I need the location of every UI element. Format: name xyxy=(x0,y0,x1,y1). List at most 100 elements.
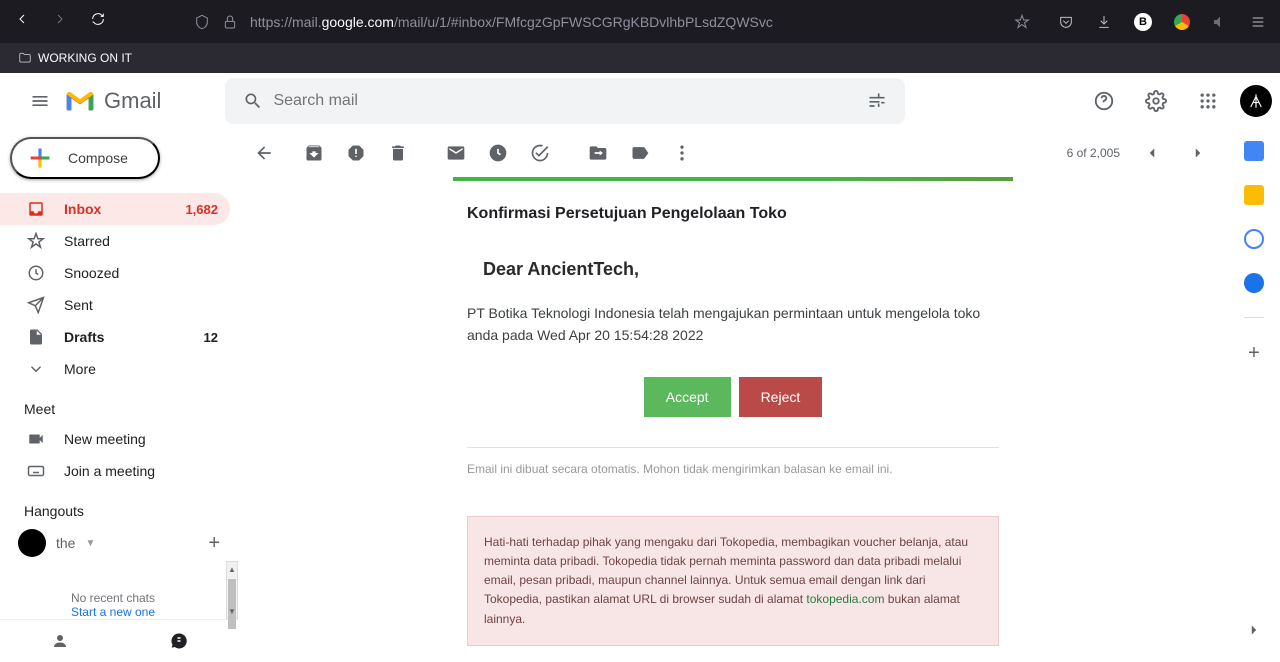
snooze-icon[interactable] xyxy=(488,143,508,163)
bookmark-star-icon[interactable] xyxy=(1014,14,1030,30)
video-icon xyxy=(26,429,46,449)
clock-icon xyxy=(26,263,46,283)
extension-bitcoin-icon[interactable]: B xyxy=(1134,13,1152,31)
tokopedia-link[interactable]: tokopedia.com xyxy=(806,592,884,606)
bottom-tabs xyxy=(0,619,238,662)
shield-icon xyxy=(194,14,210,30)
bookmark-bar: WORKING ON IT xyxy=(0,43,1280,73)
nav-inbox[interactable]: Inbox 1,682 xyxy=(0,193,230,225)
hangouts-scrollbar[interactable]: ▲ ▼ xyxy=(226,561,238,619)
pager-next[interactable] xyxy=(1184,139,1212,167)
downloads-icon[interactable] xyxy=(1096,14,1112,30)
chevron-down-icon xyxy=(26,359,46,379)
divider xyxy=(467,447,999,448)
hangouts-avatar xyxy=(18,529,46,557)
hangouts-user-row[interactable]: the ▼ + xyxy=(0,525,238,561)
spam-icon[interactable] xyxy=(346,143,366,163)
nav-inbox-label: Inbox xyxy=(64,201,101,217)
reload-button[interactable] xyxy=(90,11,106,32)
tasks-icon[interactable] xyxy=(1244,229,1264,249)
collapse-panel-icon[interactable] xyxy=(1245,621,1263,644)
join-meeting-label: Join a meeting xyxy=(64,463,155,479)
pocket-icon[interactable] xyxy=(1058,14,1074,30)
addons-plus-icon[interactable]: + xyxy=(1248,342,1260,365)
move-to-icon[interactable] xyxy=(588,143,608,163)
contacts-icon[interactable] xyxy=(1244,273,1264,293)
apps-icon[interactable] xyxy=(1188,81,1228,121)
meet-header: Meet xyxy=(0,385,238,423)
auto-message: Email ini dibuat secara otomatis. Mohon … xyxy=(467,462,999,476)
compose-plus-icon xyxy=(26,144,54,172)
search-input[interactable] xyxy=(273,92,857,110)
email-viewport[interactable]: Konfirmasi Persetujuan Pengelolaan Toko … xyxy=(238,177,1228,662)
main-menu-button[interactable] xyxy=(16,77,64,125)
email-greeting: Dear AncientTech, xyxy=(483,259,999,280)
hangouts-user-label: the xyxy=(56,535,75,551)
nav-sent-label: Sent xyxy=(64,297,93,313)
nav-drafts-count: 12 xyxy=(204,330,218,345)
nav-starred[interactable]: Starred xyxy=(0,225,230,257)
nav-more[interactable]: More xyxy=(0,353,230,385)
browser-menu-icon[interactable] xyxy=(1250,14,1266,30)
tab-person[interactable] xyxy=(0,626,119,656)
bookmark-folder[interactable]: WORKING ON IT xyxy=(12,47,138,69)
tab-chat[interactable] xyxy=(119,626,238,656)
back-to-inbox[interactable] xyxy=(254,143,274,163)
archive-icon[interactable] xyxy=(304,143,324,163)
hangouts-header: Hangouts xyxy=(0,487,238,525)
email-title: Konfirmasi Persetujuan Pengelolaan Toko xyxy=(467,205,999,223)
nav-inbox-count: 1,682 xyxy=(185,202,218,217)
nav-drafts-label: Drafts xyxy=(64,329,104,345)
add-task-icon[interactable] xyxy=(530,143,550,163)
lock-icon xyxy=(222,14,238,30)
more-actions-icon[interactable] xyxy=(672,143,692,163)
extension-chrome-icon[interactable] xyxy=(1174,14,1190,30)
reject-button[interactable]: Reject xyxy=(739,377,823,417)
support-icon[interactable] xyxy=(1084,81,1124,121)
calendar-icon[interactable] xyxy=(1244,141,1264,161)
account-avatar[interactable] xyxy=(1240,85,1272,117)
gmail-logo-text: Gmail xyxy=(104,88,161,114)
browser-toolbar: https://mail.google.com/mail/u/1/#inbox/… xyxy=(0,0,1280,43)
nav-starred-label: Starred xyxy=(64,233,110,249)
file-icon xyxy=(26,327,46,347)
forward-button[interactable] xyxy=(52,11,68,32)
send-icon xyxy=(26,295,46,315)
nav-snoozed-label: Snoozed xyxy=(64,265,119,281)
nav-snoozed[interactable]: Snoozed xyxy=(0,257,230,289)
labels-icon[interactable] xyxy=(630,143,650,163)
nav-sent[interactable]: Sent xyxy=(0,289,230,321)
url-text: https://mail.google.com/mail/u/1/#inbox/… xyxy=(250,14,773,30)
accept-button[interactable]: Accept xyxy=(644,377,731,417)
start-new-chat-link[interactable]: Start a new one xyxy=(0,605,226,619)
search-bar xyxy=(225,78,905,124)
settings-icon[interactable] xyxy=(1136,81,1176,121)
nav-more-label: More xyxy=(64,361,96,377)
search-icon[interactable] xyxy=(233,81,273,121)
gmail-header: Gmail xyxy=(0,73,1280,129)
content: 6 of 2,005 Konfirmasi Persetujuan Pengel… xyxy=(238,129,1228,662)
hangouts-add-icon[interactable]: + xyxy=(208,532,220,555)
back-button[interactable] xyxy=(14,11,30,32)
address-bar[interactable]: https://mail.google.com/mail/u/1/#inbox/… xyxy=(184,6,1040,38)
keyboard-icon xyxy=(26,461,46,481)
pager-prev[interactable] xyxy=(1138,139,1166,167)
side-panel: + xyxy=(1228,129,1280,662)
keep-icon[interactable] xyxy=(1244,185,1264,205)
compose-button[interactable]: Compose xyxy=(10,137,160,179)
search-options-icon[interactable] xyxy=(857,81,897,121)
nav-new-meeting[interactable]: New meeting xyxy=(0,423,230,455)
inbox-icon xyxy=(26,199,46,219)
delete-icon[interactable] xyxy=(388,143,408,163)
nav-join-meeting[interactable]: Join a meeting xyxy=(0,455,230,487)
nav-drafts[interactable]: Drafts 12 xyxy=(0,321,230,353)
sidebar: Compose Inbox 1,682 Starred Snoozed Sent xyxy=(0,129,238,662)
volume-icon[interactable] xyxy=(1212,14,1228,30)
star-icon xyxy=(26,231,46,251)
warning-box: Hati-hati terhadap pihak yang mengaku da… xyxy=(467,516,999,646)
mark-unread-icon[interactable] xyxy=(446,143,466,163)
new-meeting-label: New meeting xyxy=(64,431,146,447)
gmail-logo[interactable]: Gmail xyxy=(64,88,161,114)
email-toolbar: 6 of 2,005 xyxy=(238,129,1228,177)
email-card: Konfirmasi Persetujuan Pengelolaan Toko … xyxy=(453,177,1013,662)
